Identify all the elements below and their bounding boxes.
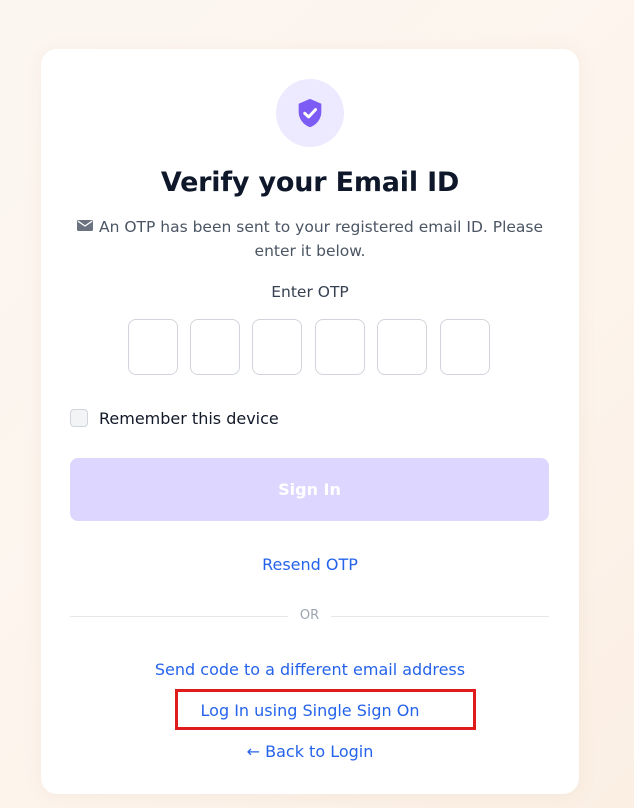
divider-line-right — [331, 616, 549, 617]
back-to-login-link[interactable]: ← Back to Login — [41, 742, 579, 761]
shield-badge — [276, 79, 344, 147]
otp-sent-text: An OTP has been sent to your registered … — [98, 218, 544, 260]
divider-text: OR — [299, 608, 320, 623]
different-email-link[interactable]: Send code to a different email address — [41, 660, 579, 679]
otp-sent-message: An OTP has been sent to your registered … — [71, 215, 549, 263]
otp-digit-3[interactable] — [252, 319, 302, 375]
sign-in-button[interactable]: Sign In — [70, 458, 549, 521]
otp-digit-1[interactable] — [128, 319, 178, 375]
sso-login-link[interactable]: Log In using Single Sign On — [41, 701, 579, 720]
page-title: Verify your Email ID — [160, 167, 460, 198]
resend-otp-link[interactable]: Resend OTP — [41, 555, 579, 574]
remember-device-checkbox[interactable] — [70, 409, 88, 427]
otp-label: Enter OTP — [271, 283, 349, 301]
otp-digit-4[interactable] — [315, 319, 365, 375]
remember-device-row[interactable]: Remember this device — [70, 407, 279, 429]
verify-email-card: Verify your Email ID An OTP has been sen… — [41, 49, 579, 794]
remember-device-label[interactable]: Remember this device — [99, 409, 279, 428]
otp-digit-5[interactable] — [377, 319, 427, 375]
or-divider: OR — [70, 607, 549, 625]
shield-check-icon — [298, 98, 322, 128]
otp-input-group — [128, 319, 492, 377]
otp-digit-2[interactable] — [190, 319, 240, 375]
divider-line-left — [70, 616, 288, 617]
otp-digit-6[interactable] — [440, 319, 490, 375]
mail-icon — [76, 220, 93, 231]
